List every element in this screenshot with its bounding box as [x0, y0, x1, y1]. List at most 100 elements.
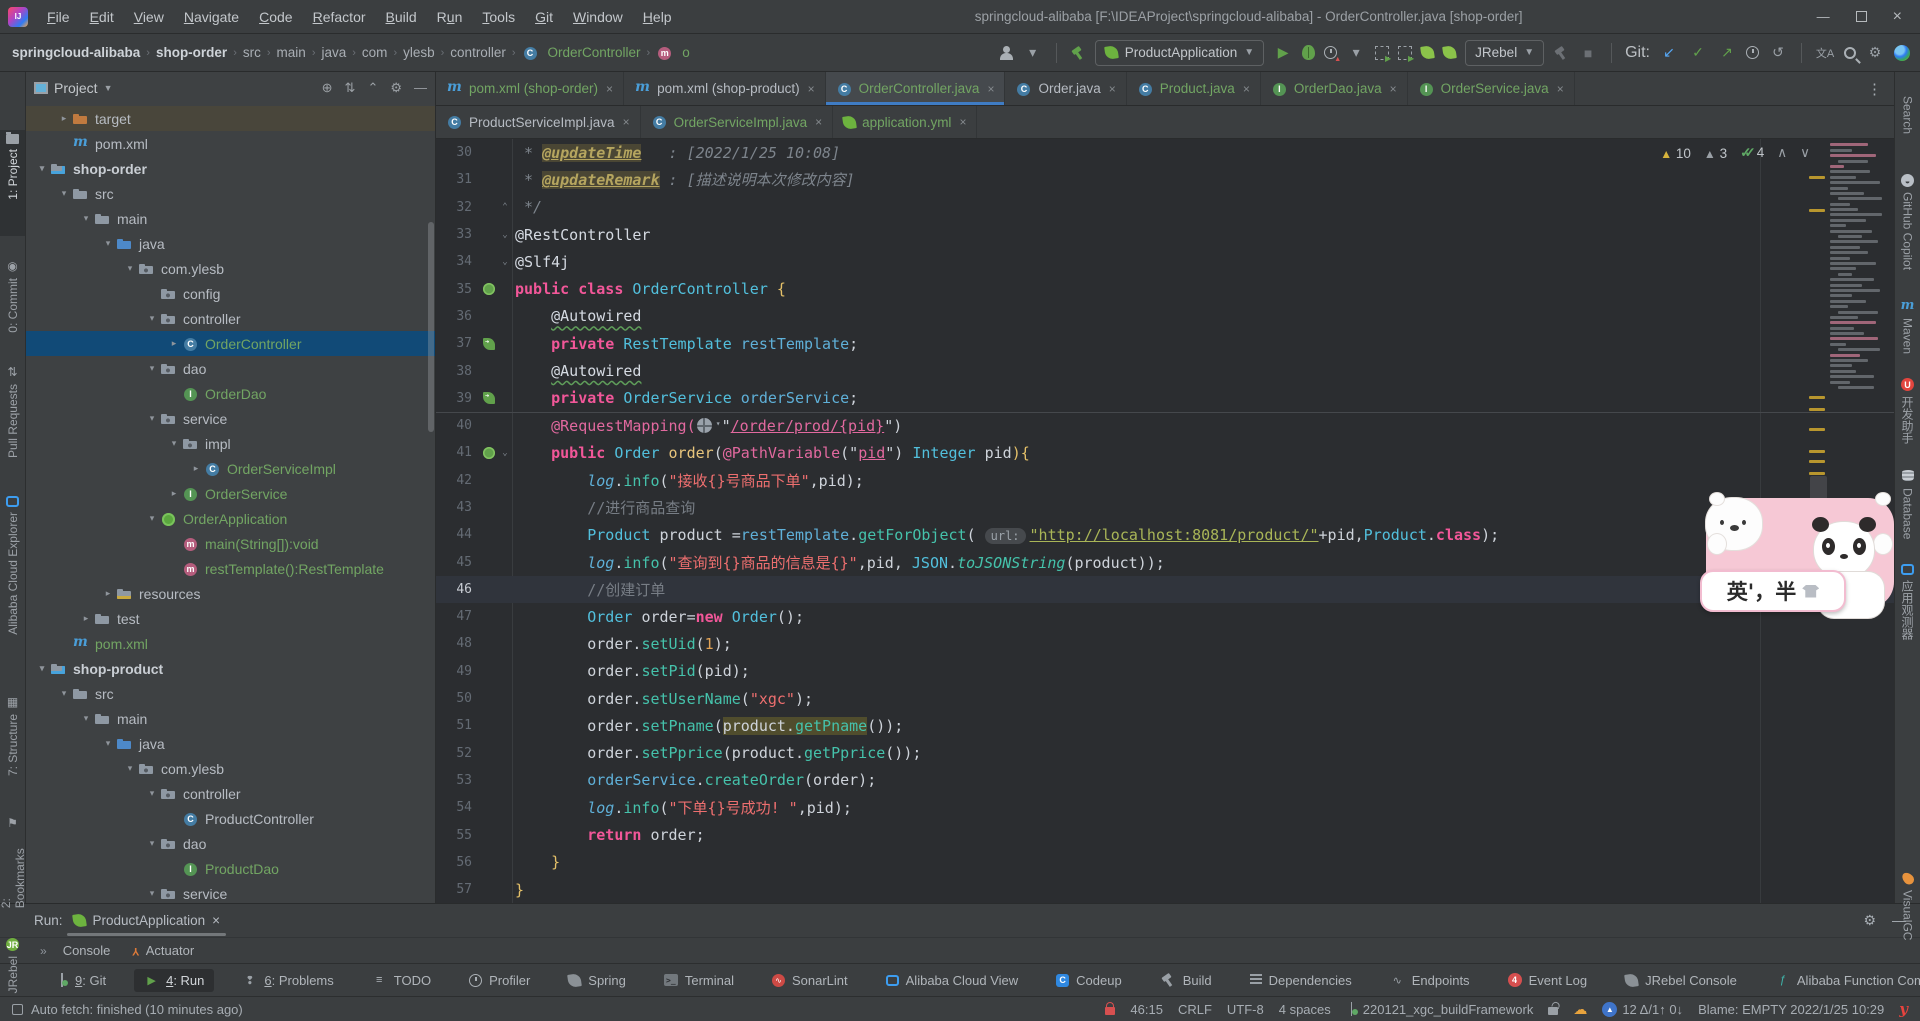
git-history-icon[interactable]: [1746, 46, 1759, 59]
code-line[interactable]: 53 orderService.createOrder(order);: [436, 767, 1894, 794]
project-view-selector[interactable]: Project: [54, 80, 98, 96]
code-line[interactable]: 52 order.setPprice(product.getPprice());: [436, 740, 1894, 767]
breadcrumb-item[interactable]: OrderController: [520, 45, 643, 61]
toolwindow-button[interactable]: 4Event Log: [1498, 969, 1598, 992]
menu-item-file[interactable]: File: [38, 5, 79, 29]
tree-row[interactable]: ▾dao: [26, 356, 435, 381]
tool-stripe-item[interactable]: Alibaba Cloud Explorer: [0, 492, 25, 672]
toolwindow-button[interactable]: CCodeup: [1046, 969, 1132, 992]
jrebel-combo[interactable]: JRebel▼: [1465, 40, 1544, 66]
breadcrumb-item[interactable]: com: [360, 45, 390, 60]
locate-file-button[interactable]: ⊕: [322, 80, 333, 96]
tree-row[interactable]: ▾controller: [26, 781, 435, 806]
tree-chevron-icon[interactable]: ▾: [78, 213, 94, 224]
code-line[interactable]: 47 Order order=new Order();: [436, 603, 1894, 630]
editor-tab[interactable]: Product.java×: [1127, 72, 1261, 105]
code-line[interactable]: 32⌃ */: [436, 194, 1894, 221]
tool-stripe-item[interactable]: Database: [1895, 466, 1920, 558]
tool-stripe-item[interactable]: ◉0: Commit: [0, 254, 25, 346]
breadcrumb-item[interactable]: controller: [448, 45, 508, 60]
close-icon[interactable]: ×: [808, 82, 815, 96]
project-scrollbar[interactable]: [428, 222, 434, 432]
menu-item-tools[interactable]: Tools: [473, 5, 524, 29]
changes-widget[interactable]: ▲ 12 Δ/1↑ 0↓: [1602, 1002, 1683, 1017]
breadcrumb-item[interactable]: o: [654, 45, 692, 61]
code-line[interactable]: 38 @Autowired: [436, 357, 1894, 384]
chevron-right-icon[interactable]: »: [40, 944, 47, 958]
toolwindow-button[interactable]: Build: [1150, 968, 1222, 992]
close-icon[interactable]: ×: [606, 82, 613, 96]
tree-chevron-icon[interactable]: ▾: [166, 438, 182, 449]
tree-row[interactable]: config: [26, 281, 435, 306]
editor-tab[interactable]: application.yml×: [833, 106, 977, 138]
close-button[interactable]: ×: [1893, 8, 1902, 26]
tree-chevron-icon[interactable]: ▾: [122, 763, 138, 774]
toolwindow-button[interactable]: Spring: [558, 969, 636, 992]
tool-stripe-item[interactable]: ▦7: Structure: [0, 690, 25, 792]
toolwindow-button[interactable]: 9: Git: [46, 969, 116, 992]
tree-row[interactable]: ▸resources: [26, 581, 435, 606]
tree-row[interactable]: OrderDao: [26, 381, 435, 406]
menu-item-refactor[interactable]: Refactor: [304, 5, 375, 29]
git-push-icon[interactable]: ↗: [1717, 42, 1737, 64]
code-line[interactable]: 48 order.setUid(1);: [436, 630, 1894, 657]
breadcrumb-item[interactable]: src: [241, 45, 263, 60]
console-tab[interactable]: YActuator: [132, 943, 194, 958]
editor-tab[interactable]: OrderService.java×: [1408, 72, 1575, 105]
tree-chevron-icon[interactable]: ▸: [166, 338, 182, 349]
breadcrumb-item[interactable]: java: [319, 45, 348, 60]
fold-marker[interactable]: ⌃: [498, 202, 512, 212]
tree-chevron-icon[interactable]: ▸: [100, 588, 116, 599]
code-line[interactable]: 36 @Autowired: [436, 303, 1894, 330]
tree-row[interactable]: ▾impl: [26, 431, 435, 456]
tree-chevron-icon[interactable]: ▾: [100, 238, 116, 249]
translate-icon[interactable]: 文A: [1815, 42, 1835, 64]
tree-row[interactable]: ▾main: [26, 206, 435, 231]
tree-row[interactable]: main(String[]):void: [26, 531, 435, 556]
menu-item-edit[interactable]: Edit: [81, 5, 123, 29]
tree-row[interactable]: ▾shop-product: [26, 656, 435, 681]
close-icon[interactable]: ×: [1390, 82, 1397, 96]
menu-item-window[interactable]: Window: [564, 5, 632, 29]
close-icon[interactable]: ×: [623, 115, 630, 129]
code-line[interactable]: 33⌄@RestController: [436, 221, 1894, 248]
indent-setting[interactable]: 4 spaces: [1279, 1002, 1331, 1017]
breadcrumb-item[interactable]: main: [275, 45, 308, 60]
user-icon[interactable]: [998, 45, 1014, 61]
tree-row[interactable]: pom.xml: [26, 131, 435, 156]
toolwindow-button[interactable]: ∿SonarLint: [762, 969, 858, 992]
tool-stripe-item[interactable]: U开发助手: [1895, 374, 1920, 450]
tree-chevron-icon[interactable]: ▾: [144, 513, 160, 524]
tree-row[interactable]: ▾controller: [26, 306, 435, 331]
tree-row[interactable]: ▾com.ylesb: [26, 756, 435, 781]
fold-marker[interactable]: ⌄: [498, 230, 512, 240]
toolwindow-button[interactable]: ❢6: Problems: [232, 969, 343, 992]
git-rollback-icon[interactable]: ↺: [1768, 42, 1788, 64]
tree-row[interactable]: ▾service: [26, 406, 435, 431]
line-ending[interactable]: CRLF: [1178, 1002, 1212, 1017]
collapse-all-button[interactable]: ⌃: [367, 80, 378, 96]
code-line[interactable]: 45 log.info("查询到{}商品的信息是{}",pid, JSON.to…: [436, 548, 1894, 575]
ide-sphere-icon[interactable]: [1894, 45, 1910, 61]
tree-chevron-icon[interactable]: ▾: [100, 738, 116, 749]
menu-item-run[interactable]: Run: [428, 5, 472, 29]
tool-stripe-item[interactable]: ⚑2: Bookmarks: [0, 812, 25, 912]
tree-row[interactable]: ▾src: [26, 181, 435, 206]
tree-row[interactable]: ▸target: [26, 106, 435, 131]
chevron-down-icon[interactable]: ▼: [104, 83, 113, 93]
build-hammer-icon[interactable]: [1070, 45, 1086, 61]
tool-stripe-item[interactable]: Search: [1895, 92, 1920, 154]
url-globe-icon[interactable]: [697, 418, 712, 433]
unlock-icon[interactable]: [1548, 1007, 1558, 1015]
tree-chevron-icon[interactable]: ▾: [122, 263, 138, 274]
tree-row[interactable]: ▾com.ylesb: [26, 256, 435, 281]
fold-marker[interactable]: ⌄: [498, 448, 512, 458]
tree-row[interactable]: ProductController: [26, 806, 435, 831]
git-commit-icon[interactable]: ✓: [1688, 42, 1708, 64]
hide-panel-button[interactable]: —: [414, 80, 427, 96]
menu-item-navigate[interactable]: Navigate: [175, 5, 248, 29]
editor-tab[interactable]: pom.xml (shop-order)×: [436, 72, 624, 105]
code-line[interactable]: 39 private OrderService orderService;: [436, 385, 1894, 412]
tree-row[interactable]: ▾dao: [26, 831, 435, 856]
code-line[interactable]: 34⌄@Slf4j: [436, 248, 1894, 275]
